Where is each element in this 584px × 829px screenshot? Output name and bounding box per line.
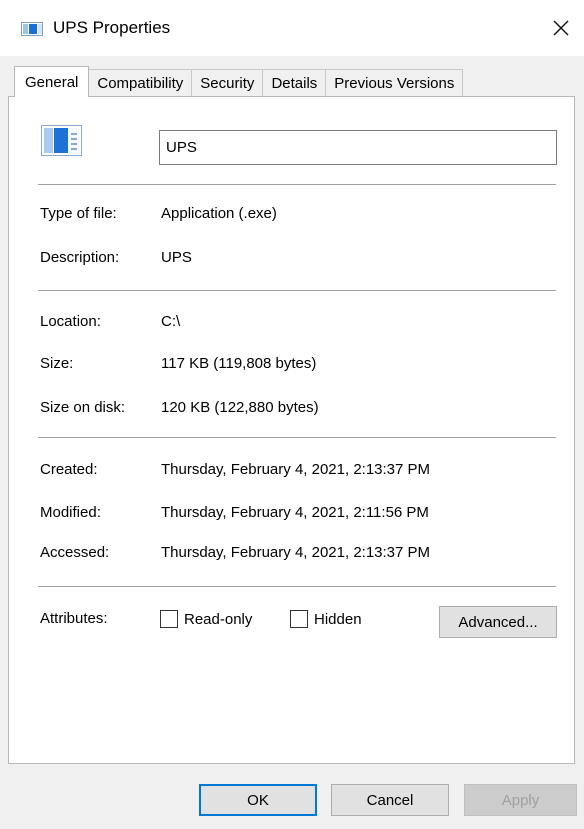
tab-security[interactable]: Security: [191, 69, 264, 97]
size-on-disk-value: 120 KB (122,880 bytes): [161, 399, 319, 416]
read-only-checkbox[interactable]: Read-only: [160, 609, 252, 629]
created-value: Thursday, February 4, 2021, 2:13:37 PM: [161, 461, 431, 478]
separator: [38, 586, 556, 587]
application-file-icon: [41, 125, 82, 156]
general-tab-panel: [8, 96, 575, 764]
application-window-icon: [21, 22, 43, 36]
title-bar: UPS Properties: [0, 0, 584, 56]
advanced-button[interactable]: Advanced...: [439, 606, 557, 638]
hidden-checkbox[interactable]: Hidden: [290, 609, 362, 629]
size-label: Size:: [40, 355, 74, 372]
read-only-label: Read-only: [184, 610, 253, 628]
cancel-button[interactable]: Cancel: [331, 784, 449, 816]
size-value: 117 KB (119,808 bytes): [161, 355, 317, 372]
tab-details[interactable]: Details: [262, 69, 327, 97]
separator: [38, 437, 556, 438]
location-value: C:\: [161, 313, 181, 330]
type-of-file-label: Type of file:: [40, 205, 117, 222]
separator: [38, 184, 556, 185]
hidden-label: Hidden: [314, 610, 362, 628]
modified-label: Modified:: [40, 504, 101, 521]
tab-strip: General Compatibility Security Details P…: [14, 66, 464, 97]
modified-value: Thursday, February 4, 2021, 2:11:56 PM: [161, 504, 429, 521]
window-title: UPS Properties: [53, 18, 171, 37]
apply-button[interactable]: Apply: [464, 784, 577, 816]
read-only-checkbox-box[interactable]: [160, 610, 178, 628]
file-name-field[interactable]: [159, 130, 557, 165]
tab-previous-versions[interactable]: Previous Versions: [325, 69, 464, 97]
close-icon: [553, 20, 569, 36]
hidden-checkbox-box[interactable]: [290, 610, 308, 628]
size-on-disk-label: Size on disk:: [40, 399, 126, 416]
location-label: Location:: [40, 313, 101, 330]
type-of-file-value: Application (.exe): [161, 205, 277, 222]
attributes-label: Attributes:: [40, 610, 108, 627]
close-button[interactable]: [538, 0, 584, 56]
description-value: UPS: [161, 249, 192, 266]
ok-button[interactable]: OK: [199, 784, 317, 816]
tab-general[interactable]: General: [14, 66, 90, 97]
accessed-label: Accessed:: [40, 544, 110, 561]
accessed-value: Thursday, February 4, 2021, 2:13:37 PM: [161, 544, 431, 561]
tab-compatibility[interactable]: Compatibility: [88, 69, 193, 97]
description-label: Description:: [40, 249, 120, 266]
separator: [38, 290, 556, 291]
created-label: Created:: [40, 461, 98, 478]
